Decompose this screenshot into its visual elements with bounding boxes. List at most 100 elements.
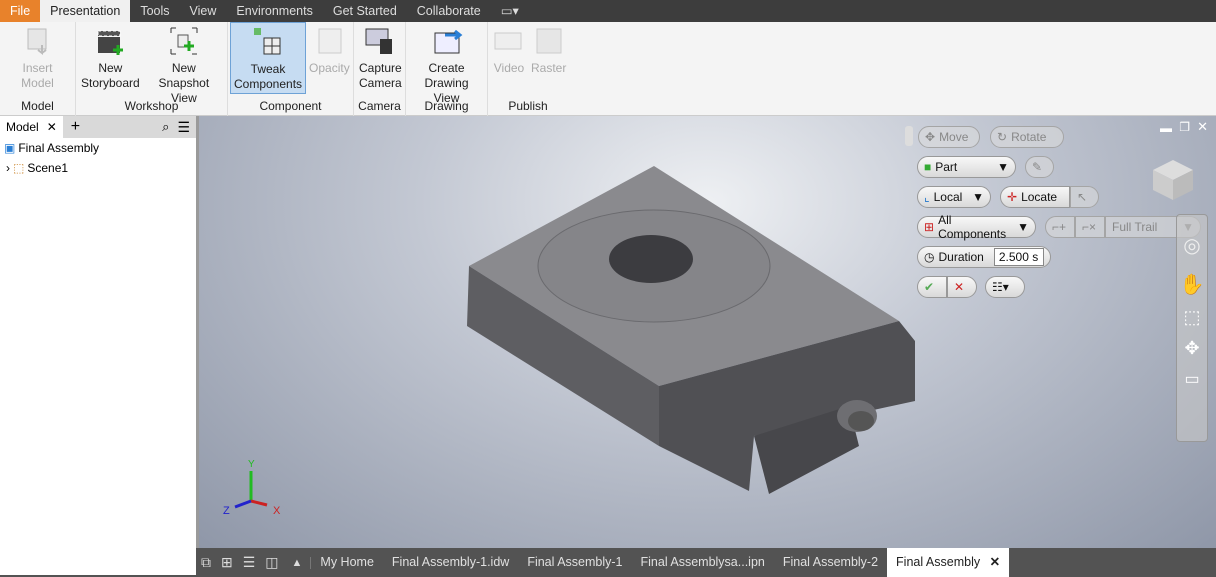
move-button[interactable]: ✥ Move bbox=[918, 126, 980, 148]
add-tab-icon[interactable]: + bbox=[71, 118, 80, 136]
components-icon: ⊞ bbox=[924, 220, 935, 234]
list-options-icon: ☷▾ bbox=[992, 280, 1009, 294]
remove-trail-button[interactable]: ⌐× bbox=[1075, 216, 1105, 238]
tab-collaborate[interactable]: Collaborate bbox=[407, 0, 491, 22]
doc-tab[interactable]: Final Assemblysa...ipn bbox=[632, 548, 774, 577]
group-label: Drawing bbox=[424, 99, 469, 113]
edit-selection-button[interactable]: ✎ bbox=[1025, 156, 1054, 178]
tab-presentation[interactable]: Presentation bbox=[40, 0, 131, 22]
tweak-components-icon bbox=[252, 26, 284, 58]
group-label: Camera bbox=[358, 99, 401, 113]
select-locate-button[interactable]: ↖ bbox=[1070, 186, 1099, 208]
chevron-down-icon: ▼ bbox=[997, 160, 1009, 174]
new-storyboard-button[interactable]: New Storyboard bbox=[78, 22, 143, 94]
ok-button[interactable]: ✔ bbox=[917, 276, 947, 298]
look-at-icon[interactable]: ▭ bbox=[1177, 369, 1207, 389]
duration-input[interactable]: 2.500 s bbox=[993, 248, 1044, 266]
group-label: Publish bbox=[508, 99, 548, 113]
close-window-icon[interactable]: ✕ bbox=[1197, 119, 1208, 135]
expand-chevron-icon[interactable]: › bbox=[6, 158, 10, 178]
cancel-button[interactable]: ✕ bbox=[947, 276, 977, 298]
x-axis-label: X bbox=[273, 505, 281, 517]
local-coords-icon: ⌞ bbox=[924, 190, 930, 204]
add-trail-icon: ⌐+ bbox=[1052, 220, 1067, 234]
local-dropdown[interactable]: ⌞ Local ▼ bbox=[917, 186, 991, 208]
tweak-components-button[interactable]: Tweak Components bbox=[230, 22, 307, 94]
close-icon[interactable]: ✕ bbox=[47, 120, 57, 134]
y-axis-label: Y bbox=[248, 459, 255, 470]
close-x-icon: ✕ bbox=[954, 280, 965, 294]
raster-button[interactable]: Raster bbox=[528, 22, 569, 94]
menu-icon[interactable]: ☰ bbox=[177, 119, 190, 136]
browser-header: Model ✕ + ⌕ ☰ bbox=[0, 116, 196, 138]
navigation-bar: ◎ ✋ ⬚ ✥ ▭ bbox=[1176, 214, 1208, 442]
viewcube[interactable] bbox=[1151, 158, 1195, 202]
rotate-button[interactable]: ↻ Rotate bbox=[990, 126, 1064, 148]
opacity-icon bbox=[313, 25, 345, 57]
doc-tab-active[interactable]: Final Assembly ✕ bbox=[887, 548, 1010, 577]
steering-wheel-icon[interactable]: ◎ bbox=[1177, 233, 1207, 258]
locate-icon: ✛ bbox=[1007, 190, 1018, 204]
tree-item-final-assembly[interactable]: ▣ Final Assembly bbox=[0, 138, 196, 158]
checkmark-icon: ✔ bbox=[924, 280, 935, 294]
search-icon[interactable]: ⌕ bbox=[162, 119, 169, 135]
cascade-icon[interactable]: ⧉ bbox=[196, 554, 216, 571]
tab-get-started[interactable]: Get Started bbox=[323, 0, 407, 22]
model-browser: Model ✕ + ⌕ ☰ ▣ Final Assembly › ⬚ Scene1 bbox=[0, 116, 196, 575]
group-label: Workshop bbox=[124, 99, 179, 113]
part-dropdown[interactable]: ■ Part ▼ bbox=[917, 156, 1016, 178]
menu-bar: File Presentation Tools View Environment… bbox=[0, 0, 1216, 22]
restore-icon[interactable]: ❐ bbox=[1179, 120, 1190, 134]
pan-hand-icon[interactable]: ✋ bbox=[1177, 272, 1207, 297]
tile-vertical-icon[interactable]: ◫ bbox=[260, 554, 283, 571]
ribbon-display-dropdown-icon[interactable]: ▭▾ bbox=[491, 0, 529, 22]
group-label: Model bbox=[21, 99, 54, 113]
graphics-viewport[interactable]: Y X Z ✥ Move ↻ Rotate ■ Part ▼ ✎ ⌞ Local ▼ ✛ Lo… bbox=[199, 116, 1216, 548]
insert-model-button[interactable]: Insert Model bbox=[2, 22, 73, 94]
camera-icon bbox=[364, 25, 396, 57]
file-tab[interactable]: File bbox=[0, 0, 41, 22]
group-publish: Video Raster Publish bbox=[488, 22, 568, 116]
browser-tab-model[interactable]: Model ✕ bbox=[0, 116, 63, 138]
ribbon: Insert Model Model New Storyboard New Snap… bbox=[0, 22, 1216, 116]
snapshot-icon bbox=[168, 25, 200, 57]
tab-view[interactable]: View bbox=[180, 0, 227, 22]
tile-icon[interactable]: ⊞ bbox=[216, 554, 238, 571]
add-trail-button[interactable]: ⌐+ bbox=[1045, 216, 1075, 238]
tree-item-scene1[interactable]: › ⬚ Scene1 bbox=[0, 158, 196, 178]
coordinate-triad: Y X Z bbox=[221, 459, 281, 521]
tab-tools[interactable]: Tools bbox=[130, 0, 179, 22]
create-drawing-view-button[interactable]: Create Drawing View bbox=[408, 22, 485, 105]
remove-trail-icon: ⌐× bbox=[1082, 220, 1097, 234]
tab-environments[interactable]: Environments bbox=[226, 0, 322, 22]
locate-button[interactable]: ✛ Locate bbox=[1000, 186, 1070, 208]
part-icon: ■ bbox=[924, 160, 932, 174]
opacity-button[interactable]: Opacity bbox=[306, 22, 353, 94]
drawing-view-icon bbox=[431, 25, 463, 57]
capture-camera-button[interactable]: Capture Camera bbox=[356, 22, 405, 94]
open-documents-icon[interactable]: ▲ bbox=[284, 556, 312, 569]
options-dropdown[interactable]: ☷▾ bbox=[985, 276, 1025, 298]
orbit-icon[interactable]: ✥ bbox=[1177, 338, 1207, 359]
raster-icon bbox=[533, 25, 565, 57]
clapperboard-icon bbox=[94, 25, 126, 57]
model-3d-part[interactable] bbox=[199, 116, 1216, 548]
chevron-down-icon: ▼ bbox=[1017, 220, 1029, 234]
close-tab-icon[interactable]: ✕ bbox=[990, 555, 1000, 569]
video-icon bbox=[493, 25, 525, 57]
video-button[interactable]: Video bbox=[490, 22, 528, 94]
tile-horizontal-icon[interactable]: ☰ bbox=[238, 554, 261, 571]
all-components-dropdown[interactable]: ⊞ All Components ▼ bbox=[917, 213, 1036, 241]
doc-tab[interactable]: Final Assembly-1 bbox=[518, 548, 631, 577]
zoom-icon[interactable]: ⬚ bbox=[1177, 307, 1207, 328]
z-axis-label: Z bbox=[223, 505, 230, 517]
new-snapshot-view-button[interactable]: New Snapshot View bbox=[143, 22, 225, 105]
doc-tab[interactable]: Final Assembly-2 bbox=[774, 548, 887, 577]
duration-control: ◷ Duration 2.500 s bbox=[917, 246, 1051, 268]
group-drawing: Create Drawing View Drawing bbox=[406, 22, 488, 116]
doc-tab[interactable]: Final Assembly-1.idw bbox=[383, 548, 518, 577]
group-model: Insert Model Model bbox=[0, 22, 76, 116]
minitoolbar-grip[interactable] bbox=[905, 126, 913, 146]
doc-tab-my-home[interactable]: My Home bbox=[311, 548, 382, 577]
minimize-icon[interactable]: ▬ bbox=[1160, 121, 1172, 135]
